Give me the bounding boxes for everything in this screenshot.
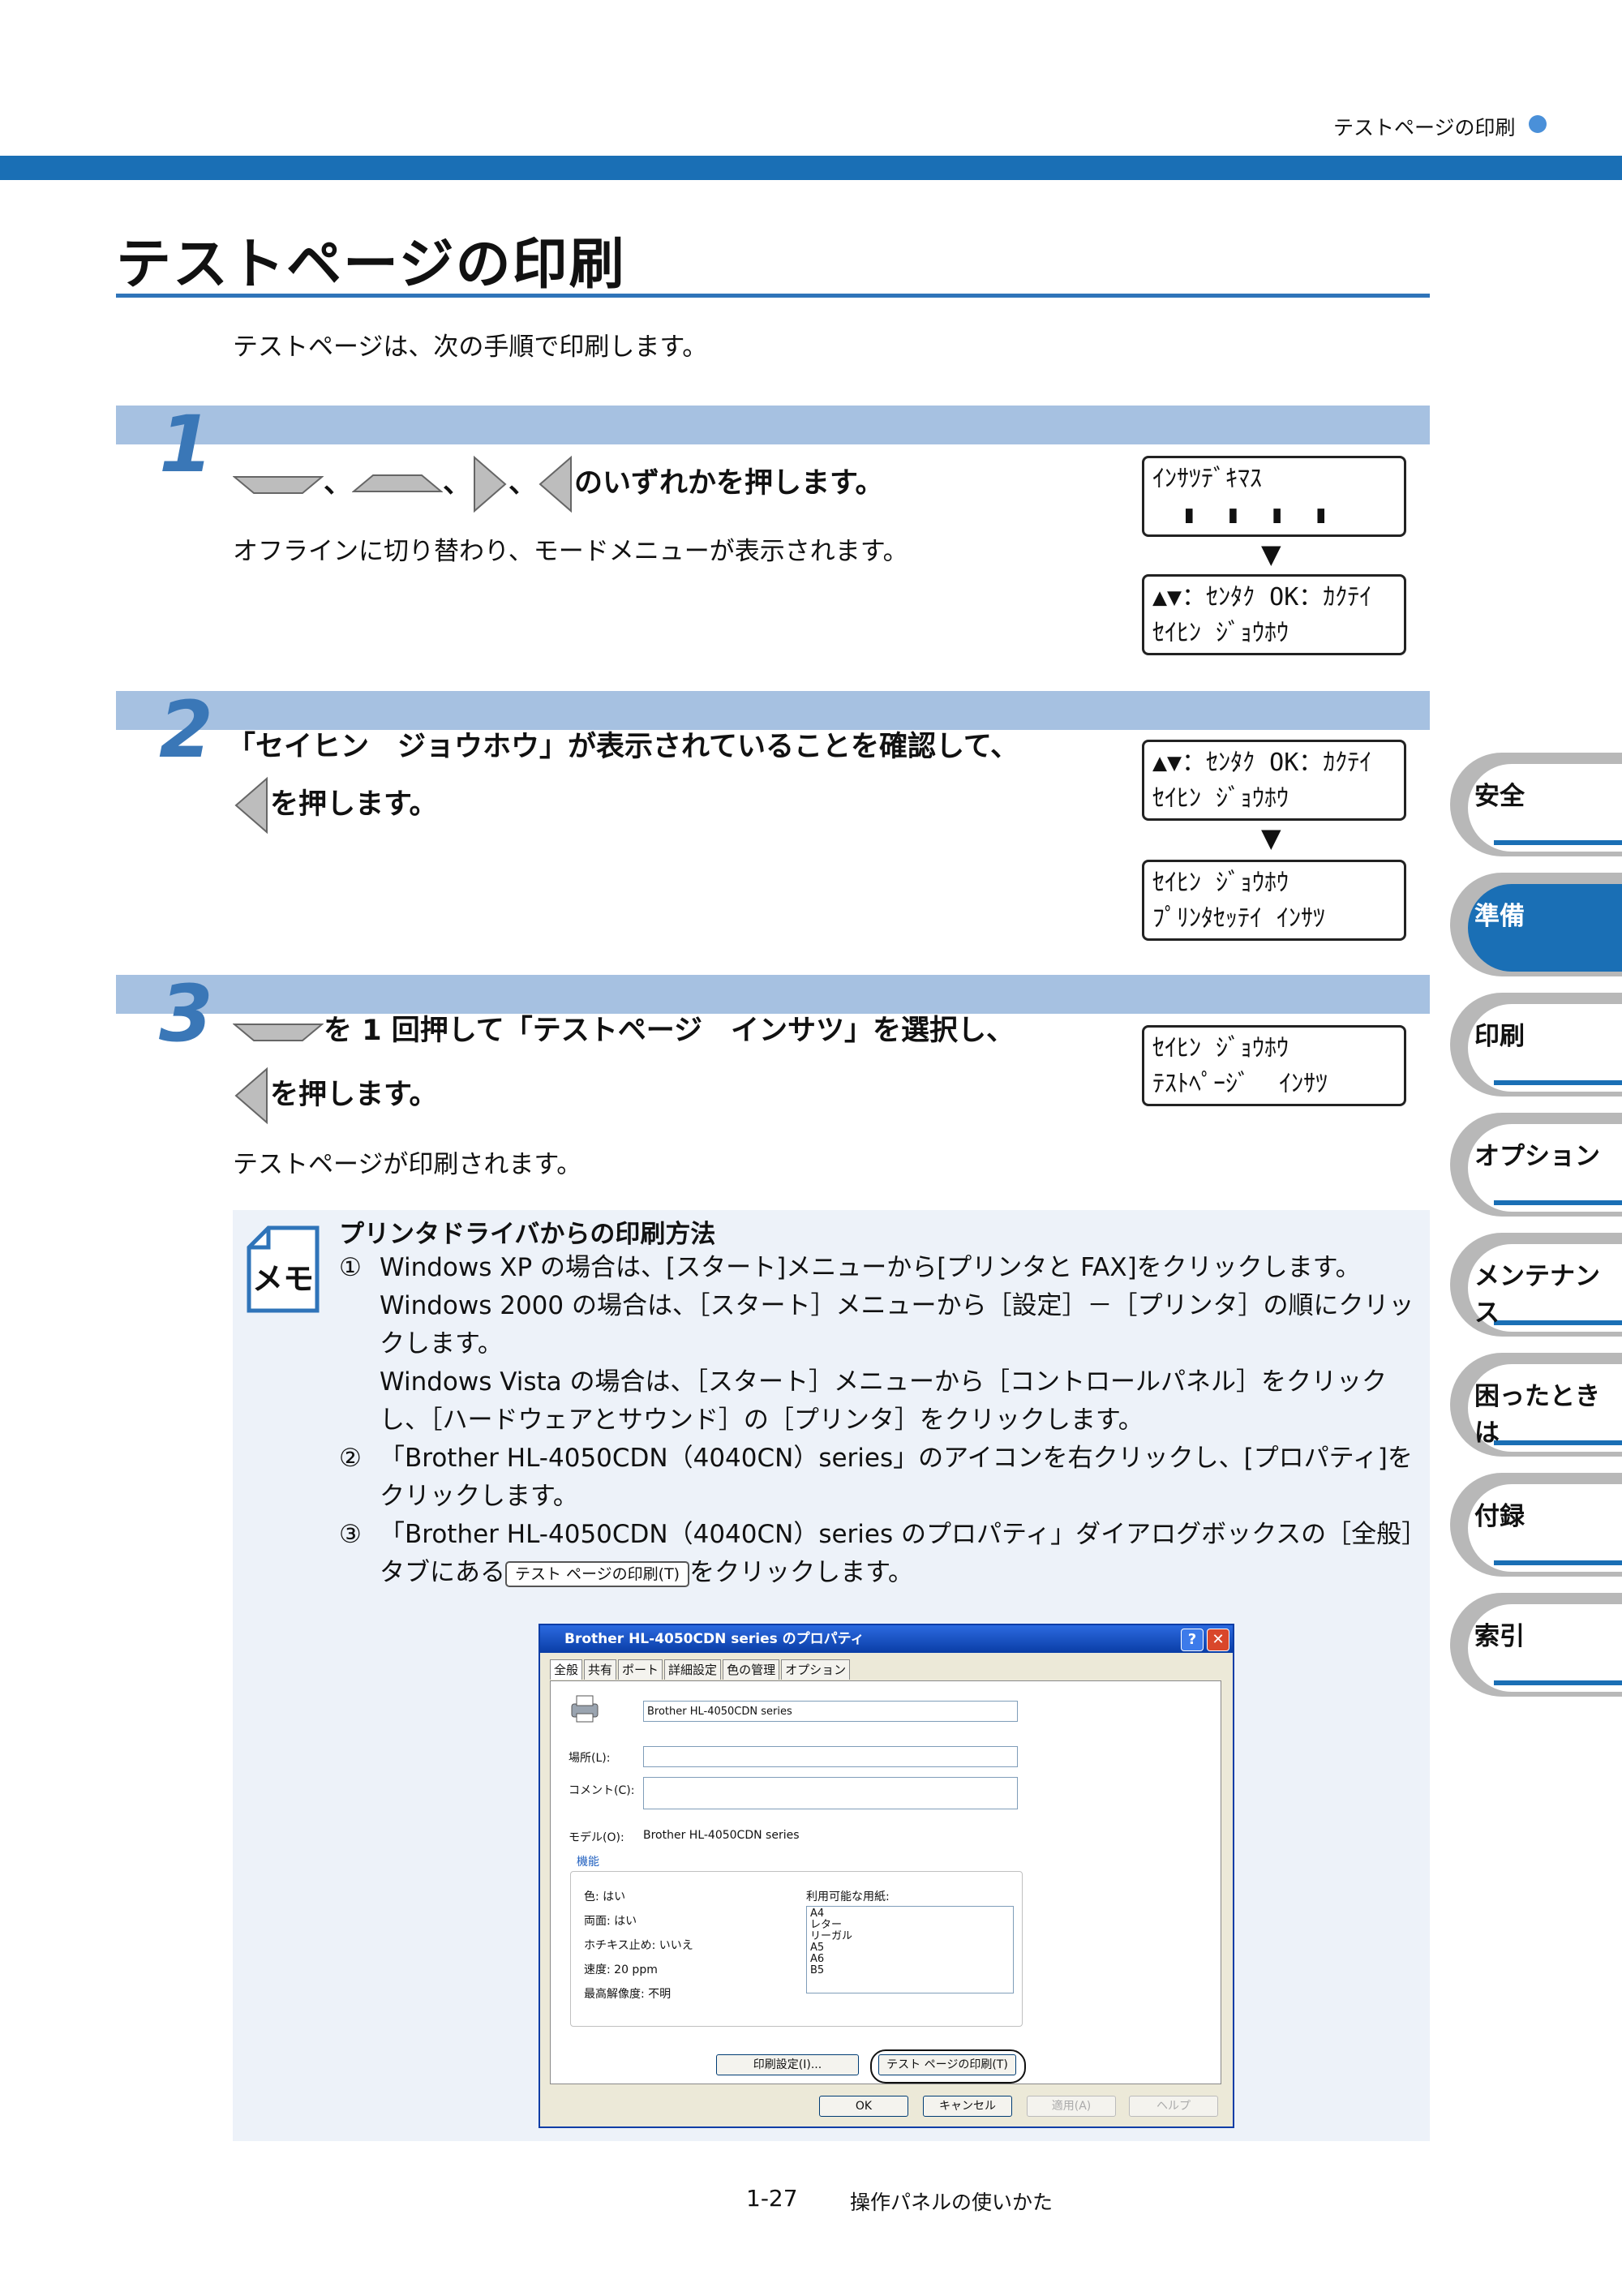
step-3-line2: を押します。 — [233, 1066, 438, 1126]
memo-item: Windows Vista の場合は、［スタート］メニューから［コントロールパネ… — [380, 1367, 1388, 1435]
feature-item: 色: はい — [584, 1890, 626, 1903]
sep: 、 — [324, 467, 353, 500]
side-tab-options[interactable]: オプション — [1450, 1113, 1622, 1217]
lcd-display: ｾｲﾋﾝ ｼﾞｮｳﾎｳ ﾃｽﾄﾍﾟｰｼﾞ ｲﾝｻﾂ — [1142, 1025, 1406, 1106]
printer-icon — [571, 1695, 599, 1723]
feature-item: 両面: はい — [584, 1915, 637, 1928]
step-3-number: 3 — [159, 968, 213, 1059]
lcd-display: ｾｲﾋﾝ ｼﾞｮｳﾎｳ ﾌﾟﾘﾝﾀｾｯﾃｲ ｲﾝｻﾂ — [1142, 860, 1406, 941]
tab-ports[interactable]: ポート — [618, 1659, 663, 1680]
down-key-icon — [233, 476, 324, 494]
memo-list: ① Windows XP の場合は、[スタート]メニューから[プリンタと FAX]… — [339, 1249, 1426, 1592]
back-key-icon — [539, 455, 573, 513]
test-page-inline-button: テスト ページの印刷(T) — [505, 1560, 690, 1587]
side-tab-appendix[interactable]: 付録 — [1450, 1473, 1622, 1577]
memo-item: ② 「Brother HL-4050CDN（4040CN）series」のアイコン… — [339, 1444, 1413, 1511]
feature-item: ホチキス止め: いいえ — [584, 1939, 693, 1952]
back-key-icon — [234, 776, 268, 835]
paper-label: 利用可能な用紙: — [806, 1890, 890, 1903]
down-key-icon — [233, 1024, 324, 1041]
memo-title: プリンタドライバからの印刷方法 — [339, 1220, 716, 1249]
lcd-display: ▲▼：ｾﾝﾀｸ OK：ｶｸﾃｲ ｾｲﾋﾝ ｼﾞｮｳﾎｳ — [1142, 740, 1406, 821]
step-1-text: のいずれかを押します。 — [574, 467, 884, 500]
dialog-title: Brother HL-4050CDN series のプロパティ — [564, 1631, 865, 1647]
side-tab-troubleshooting[interactable]: 困ったときは — [1450, 1353, 1622, 1457]
side-tab-maintenance[interactable]: メンテナンス — [1450, 1233, 1622, 1337]
sep: 、 — [443, 467, 472, 500]
model-label: モデル(O): — [569, 1831, 624, 1844]
tab-general[interactable]: 全般 — [550, 1659, 583, 1680]
side-tab-setup[interactable]: 準備 — [1450, 873, 1622, 976]
step-1-band — [116, 406, 1430, 444]
back-key-icon — [234, 1066, 268, 1125]
model-value: Brother HL-4050CDN series — [643, 1829, 800, 1842]
page-title: テストページの印刷 — [116, 233, 626, 297]
right-key-icon — [474, 455, 507, 513]
location-field[interactable] — [643, 1746, 1018, 1767]
test-page-button[interactable]: テスト ページの印刷(T) — [878, 2054, 1016, 2075]
page-number: 1-27 — [746, 2185, 798, 2212]
header-dot-icon — [1529, 115, 1547, 133]
memo-item: ① Windows XP の場合は、[スタート]メニューから[プリンタと FAX]… — [339, 1253, 1361, 1282]
paper-list[interactable]: A4 レター リーガル A5 A6 B5 — [806, 1906, 1014, 1993]
side-tab-print[interactable]: 印刷 — [1450, 993, 1622, 1097]
features-group: 色: はい 両面: はい ホチキス止め: いいえ 速度: 20 ppm 最高解像… — [570, 1871, 1023, 2027]
features-label: 機能 — [577, 1856, 599, 1869]
step-3-line1: を 1 回押して「テストページ インサツ」を選択し、 — [233, 1007, 1015, 1054]
apply-button[interactable]: 適用(A) — [1027, 2096, 1116, 2117]
comment-label: コメント(C): — [569, 1784, 635, 1797]
printer-name-field[interactable]: Brother HL-4050CDN series — [643, 1701, 1018, 1722]
step-1-number: 1 — [159, 399, 213, 490]
running-header: テストページの印刷 — [1333, 116, 1516, 139]
footer-title: 操作パネルの使いかた — [850, 2191, 1053, 2214]
up-key-icon — [352, 474, 444, 492]
memo-icon-label: メモ — [252, 1261, 314, 1297]
location-label: 場所(L): — [569, 1752, 611, 1765]
arrow-down-icon: ▼ — [1261, 822, 1281, 853]
feature-item: 速度: 20 ppm — [584, 1963, 658, 1976]
arrow-down-icon: ▼ — [1261, 539, 1281, 569]
feature-item: 最高解像度: 不明 — [584, 1988, 672, 2001]
help-button[interactable]: ヘルプ — [1129, 2096, 1218, 2117]
lcd-display: ▲▼：ｾﾝﾀｸ OK：ｶｸﾃｲ ｾｲﾋﾝ ｼﾞｮｳﾎｳ — [1142, 574, 1406, 655]
side-tab-index[interactable]: 索引 — [1450, 1593, 1622, 1697]
step-3-sub: テストページが印刷されます。 — [233, 1150, 582, 1179]
step-2-line2: を押します。 — [233, 775, 438, 835]
tab-color[interactable]: 色の管理 — [723, 1659, 780, 1680]
step-2-line1: 「セイヒン ジョウホウ」が表示されていることを確認して、 — [227, 731, 1019, 763]
comment-field[interactable] — [643, 1777, 1018, 1809]
tab-sharing[interactable]: 共有 — [584, 1659, 617, 1680]
properties-dialog: Brother HL-4050CDN series のプロパティ ? ✕ 全般共… — [539, 1624, 1234, 2128]
top-band — [0, 156, 1622, 180]
memo-icon: メモ — [247, 1225, 320, 1313]
step-1-sub: オフラインに切り替わり、モードメニューが表示されます。 — [233, 537, 908, 566]
dialog-tabs: 全般 共有 ポート 詳細設定 色の管理 オプション — [550, 1659, 852, 1680]
intro-text: テストページは、次の手順で印刷します。 — [233, 333, 708, 362]
tab-options[interactable]: オプション — [781, 1659, 851, 1680]
cancel-button[interactable]: キャンセル — [923, 2096, 1012, 2117]
step-1-instruction: 、 、 、 のいずれかを押します。 — [233, 454, 884, 514]
print-preferences-button[interactable]: 印刷設定(I)... — [716, 2054, 859, 2075]
sep: 、 — [508, 467, 538, 500]
ok-button[interactable]: OK — [819, 2096, 908, 2117]
step-2-number: 2 — [159, 685, 213, 775]
help-icon[interactable]: ? — [1181, 1629, 1204, 1651]
memo-item: Windows 2000 の場合は、［スタート］メニューから［設定］－［プリンタ… — [380, 1291, 1414, 1358]
lcd-display: ｲﾝｻﾂﾃﾞｷﾏｽ ▮ ▮ ▮ ▮ — [1142, 456, 1406, 537]
general-panel: Brother HL-4050CDN series 場所(L): コメント(C)… — [550, 1680, 1221, 2084]
tab-advanced[interactable]: 詳細設定 — [664, 1659, 722, 1680]
memo-item: ③ 「Brother HL-4050CDN（4040CN）series のプロパテ… — [339, 1520, 1414, 1587]
side-tab-safety[interactable]: 安全 — [1450, 753, 1622, 856]
title-rule — [116, 294, 1430, 298]
close-icon[interactable]: ✕ — [1207, 1629, 1229, 1651]
dialog-titlebar: Brother HL-4050CDN series のプロパティ ? ✕ — [540, 1625, 1233, 1653]
